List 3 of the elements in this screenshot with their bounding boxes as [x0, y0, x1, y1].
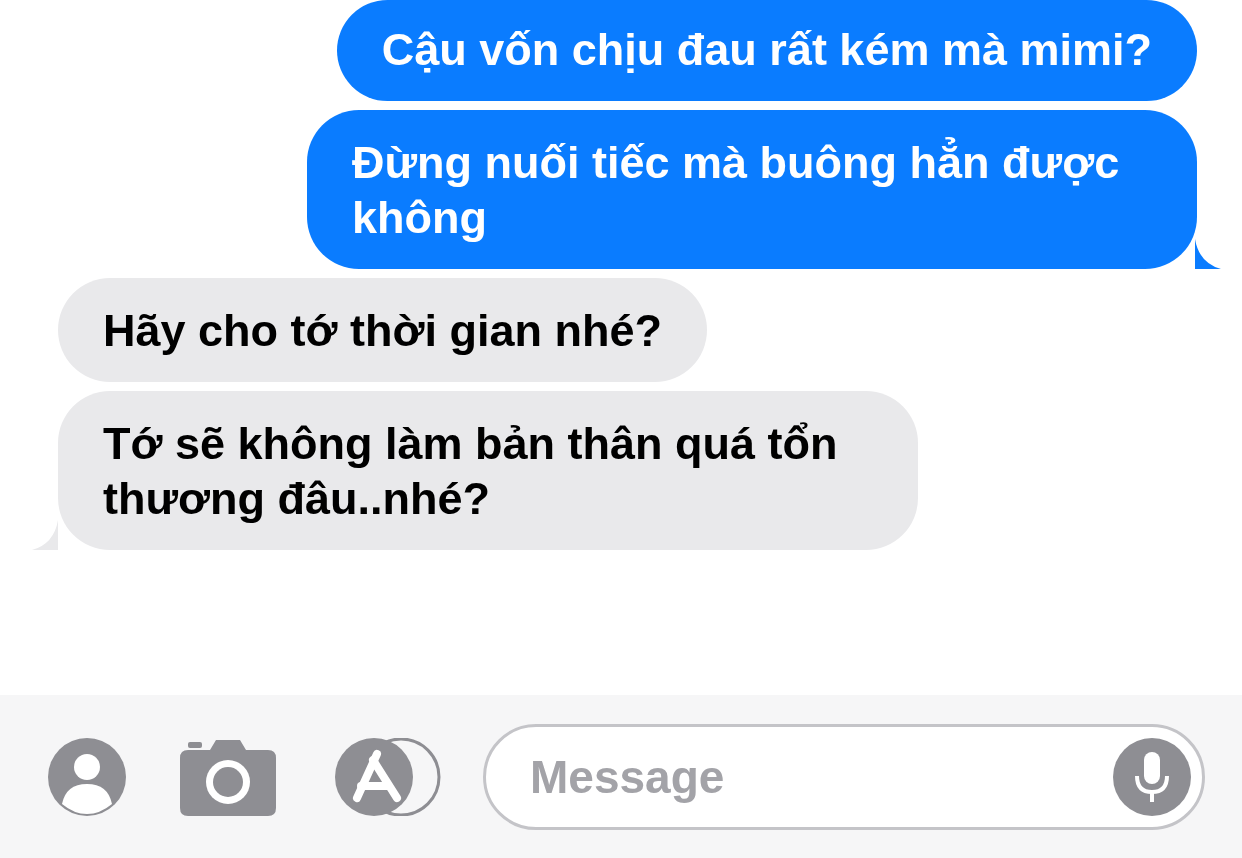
message-field[interactable]: Message	[483, 723, 1205, 830]
message-bubble: Hãy cho tớ thời gian nhé?	[58, 278, 707, 382]
message-bubble: Cậu vốn chịu đau rất kém mà mimi?	[336, 0, 1197, 101]
